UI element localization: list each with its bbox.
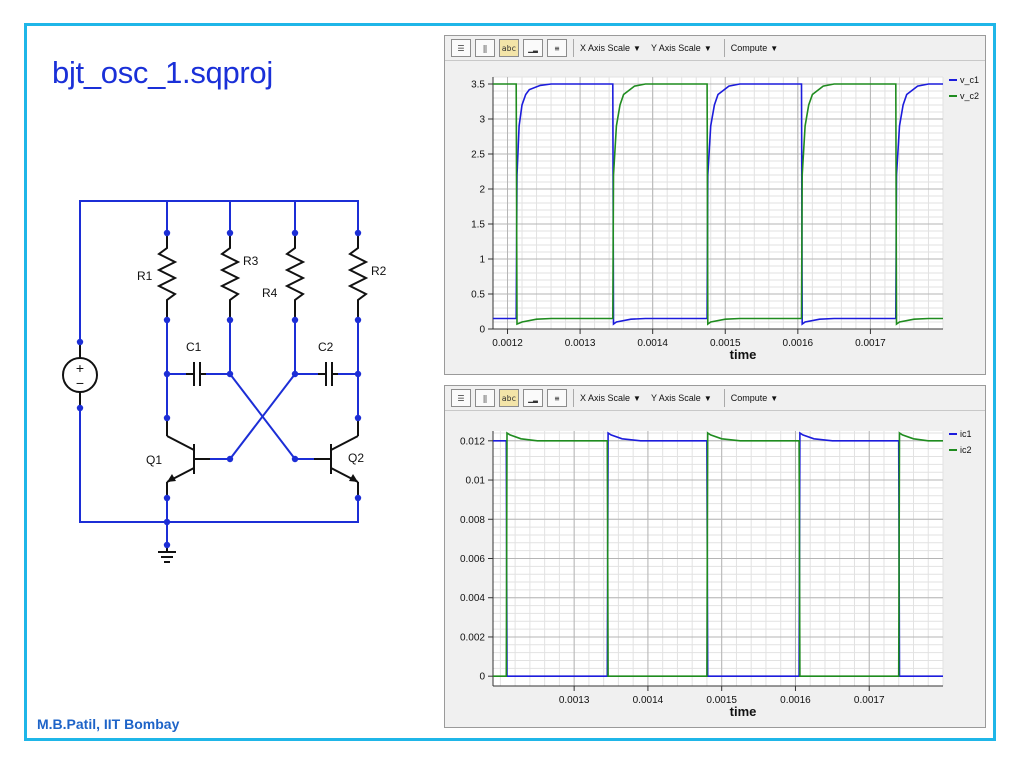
toolbar-separator	[573, 39, 574, 57]
y-tick-label: 1.5	[471, 220, 485, 231]
plot-toolbar: ☰ ‖ abc ▁▂ ≡ X Axis Scale ▼ Y Axis Scale ▼…	[445, 386, 985, 411]
plot-toolbar: ☰ ‖ abc ▁▂ ≡ X Axis Scale ▼ Y Axis Scale ▼…	[445, 36, 985, 61]
label-c1: C1	[186, 340, 202, 354]
chevron-down-icon: ▼	[770, 393, 779, 403]
compute-menu[interactable]: Compute ▼	[731, 393, 778, 403]
page-title: bjt_osc_1.sqproj	[52, 55, 273, 90]
author-credit: M.B.Patil, IIT Bombay	[37, 716, 180, 732]
x-tick-label: 0.0013	[559, 695, 590, 706]
compute-label: Compute	[730, 393, 768, 403]
x-tick-label: 0.0017	[855, 338, 886, 349]
y-tick-label: 2	[479, 185, 485, 196]
legend-entry: v_c2	[960, 91, 979, 101]
x-tick-label: 0.0012	[492, 338, 523, 349]
x-tick-label: 0.0014	[637, 338, 668, 349]
y-tick-label: 0	[479, 672, 485, 683]
chevron-down-icon: ▼	[633, 393, 641, 403]
label-r3: R3	[243, 254, 259, 268]
toolbar-separator	[723, 389, 725, 407]
y-tick-label: 0.006	[460, 554, 485, 565]
x-tick-label: 0.0013	[565, 338, 596, 349]
legend-icon[interactable]: ≡	[547, 389, 567, 407]
y-tick-label: 3.5	[471, 80, 485, 91]
plot-panel-voltage: ☰ ‖ abc ▁▂ ≡ X Axis Scale ▼ Y Axis Scale ▼…	[444, 35, 986, 375]
x-axis-scale-label: X Axis Scale	[580, 43, 631, 53]
y-tick-label: 2.5	[471, 150, 485, 161]
svg-text:+: +	[76, 360, 84, 376]
schematic-wires	[79, 200, 359, 545]
y-tick-label: 0.004	[460, 593, 485, 604]
abc-label-icon[interactable]: abc	[499, 389, 519, 407]
current-plot[interactable]: 0.0013 0.0014 0.0015 0.0016 0.001700.0020.00…	[445, 411, 985, 727]
toolbar-separator	[573, 389, 574, 407]
label-r1: R1	[137, 269, 153, 283]
circuit-schematic: + − R1 R3 R4 R2 C1 C2 Q1 Q2	[62, 200, 387, 563]
abc-axis-label-icon[interactable]: ▁▂	[523, 39, 543, 57]
transistors	[166, 418, 359, 498]
x-axis-scale-label: X Axis Scale	[580, 393, 631, 403]
y-tick-label: 0.5	[471, 290, 485, 301]
voltage-plot[interactable]: 0.0012 0.0013 0.0014 0.0015 0.0016 0.001700.5…	[445, 61, 985, 374]
label-q1: Q1	[146, 453, 162, 467]
compute-menu[interactable]: Compute ▼	[731, 43, 778, 53]
y-tick-label: 0.002	[460, 632, 485, 643]
x-tick-label: 0.0014	[633, 695, 664, 706]
y-tick-label: 0.008	[460, 515, 485, 526]
horizontal-grid-icon[interactable]: ☰	[451, 389, 471, 407]
label-q2: Q2	[348, 451, 364, 465]
y-tick-label: 0.01	[466, 476, 486, 487]
x-axis-scale-menu[interactable]: X Axis Scale ▼	[580, 43, 641, 53]
label-c2: C2	[318, 340, 334, 354]
x-axis-label: time	[730, 704, 757, 719]
x-axis-label: time	[730, 347, 757, 362]
resistor-r3	[219, 233, 241, 320]
legend-entry: v_c1	[960, 75, 979, 85]
compute-label: Compute	[730, 43, 768, 53]
abc-axis-label-icon[interactable]: ▁▂	[523, 389, 543, 407]
horizontal-grid-icon[interactable]: ☰	[451, 39, 471, 57]
y-tick-label: 1	[479, 255, 485, 266]
y-tick-label: 0.012	[460, 436, 485, 447]
x-tick-label: 0.0016	[780, 695, 811, 706]
label-r2: R2	[371, 264, 387, 278]
y-tick-label: 0	[479, 325, 485, 336]
abc-label-icon[interactable]: abc	[499, 39, 519, 57]
resistors	[156, 233, 369, 320]
chevron-down-icon: ▼	[770, 43, 779, 53]
schematic-nodes	[76, 229, 362, 549]
y-axis-scale-label: Y Axis Scale	[650, 393, 701, 403]
label-r4: R4	[262, 286, 278, 300]
resistor-r1	[156, 233, 178, 320]
y-axis-scale-menu[interactable]: Y Axis Scale ▼	[651, 43, 712, 53]
y-tick-label: 3	[479, 115, 485, 126]
x-tick-label: 0.0016	[783, 338, 814, 349]
chevron-down-icon: ▼	[703, 43, 712, 53]
y-axis-scale-label: Y Axis Scale	[650, 43, 701, 53]
plot-panel-current: ☰ ‖ abc ▁▂ ≡ X Axis Scale ▼ Y Axis Scale ▼…	[444, 385, 986, 728]
legend-icon[interactable]: ≡	[547, 39, 567, 57]
legend-entry: ic1	[960, 429, 972, 439]
vertical-grid-icon[interactable]: ‖	[475, 39, 495, 57]
x-tick-label: 0.0017	[854, 695, 885, 706]
resistor-r2	[347, 233, 369, 320]
resistor-r4	[284, 233, 306, 320]
svg-text:−: −	[76, 375, 84, 391]
chevron-down-icon: ▼	[703, 393, 712, 403]
legend-entry: ic2	[960, 445, 972, 455]
x-axis-scale-menu[interactable]: X Axis Scale ▼	[580, 393, 641, 403]
chevron-down-icon: ▼	[633, 43, 641, 53]
y-axis-scale-menu[interactable]: Y Axis Scale ▼	[651, 393, 712, 403]
toolbar-separator	[723, 39, 725, 57]
voltage-source-icon: + −	[62, 342, 98, 408]
vertical-grid-icon[interactable]: ‖	[475, 389, 495, 407]
